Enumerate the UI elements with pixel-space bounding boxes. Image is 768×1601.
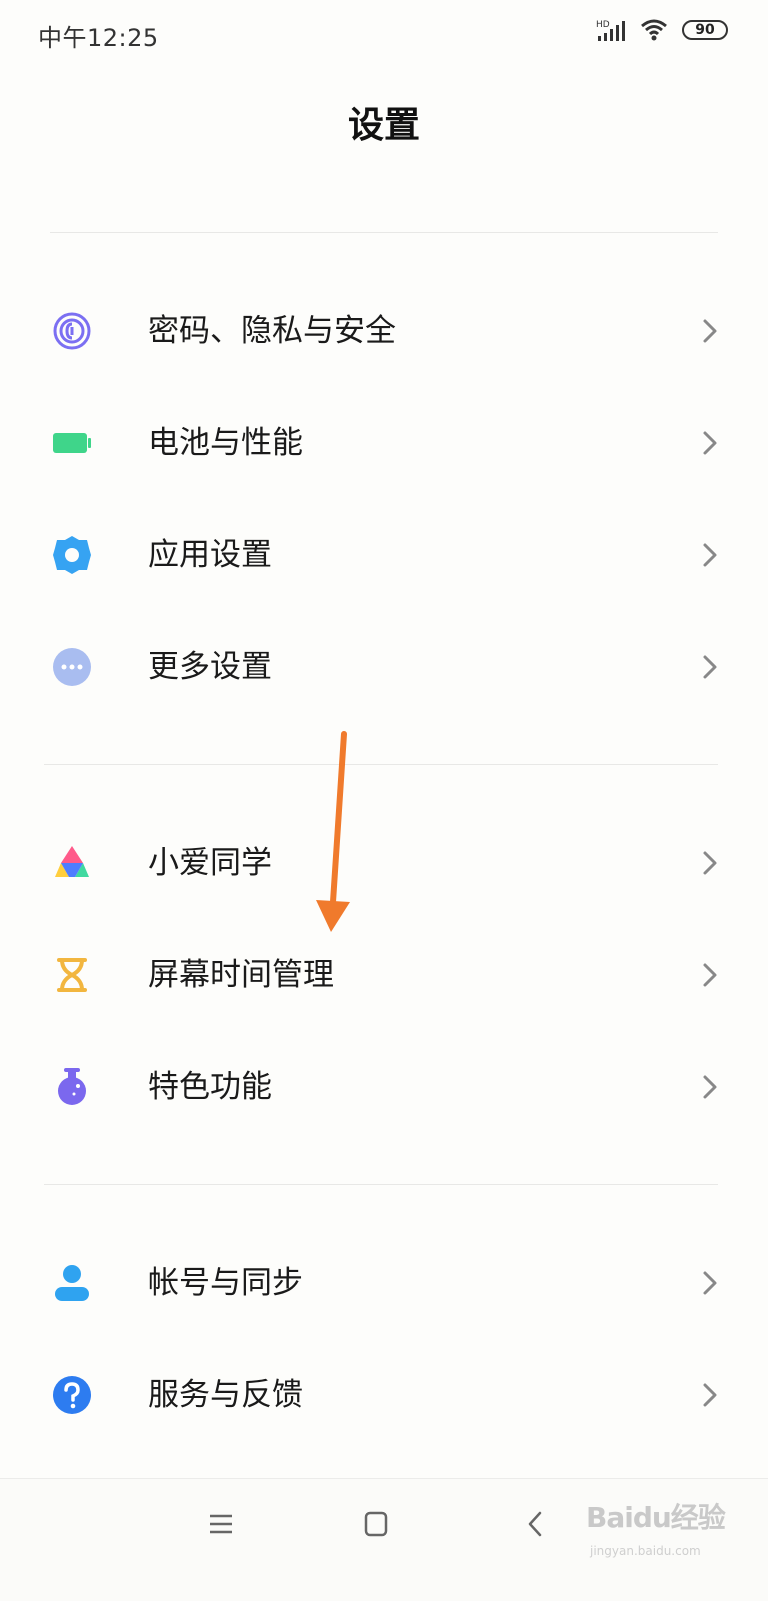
setting-xiaoai[interactable]: 小爱同学 [0, 808, 768, 918]
item-label: 电池与性能 [148, 425, 303, 461]
chevron-right-icon [703, 963, 717, 987]
account-icon [55, 1265, 89, 1301]
status-icons: HD 90 [596, 18, 728, 42]
watermark-brand: Baidu经验 [586, 1501, 726, 1534]
chevron-right-icon [703, 543, 717, 567]
status-time: 中午12:25 [38, 24, 159, 52]
battery-indicator: 90 [682, 20, 728, 40]
item-label: 特色功能 [148, 1069, 272, 1105]
setting-battery-performance[interactable]: 电池与性能 [0, 388, 768, 498]
setting-app-settings[interactable]: 应用设置 [0, 500, 768, 610]
watermark: Baidu经验 jingyan.baidu.com [586, 1496, 746, 1576]
setting-more-settings[interactable]: 更多设置 [0, 612, 768, 722]
battery-icon [53, 433, 91, 453]
status-bar: 中午12:25 HD 90 [0, 0, 768, 68]
setting-password-privacy[interactable]: 密码、隐私与安全 [0, 276, 768, 386]
chevron-right-icon [703, 1075, 717, 1099]
wifi-icon [641, 19, 667, 41]
page-title: 设置 [347, 105, 420, 146]
item-label: 服务与反馈 [148, 1377, 303, 1413]
signal-icon: HD [596, 20, 625, 41]
item-label: 屏幕时间管理 [148, 957, 334, 993]
chevron-right-icon [703, 431, 717, 455]
gear-icon [53, 536, 91, 574]
flask-icon [58, 1068, 86, 1105]
help-icon [53, 1376, 91, 1414]
item-label: 应用设置 [148, 537, 272, 573]
chevron-right-icon [703, 851, 717, 875]
divider [44, 1184, 718, 1185]
divider [44, 764, 718, 765]
home-icon[interactable] [356, 1509, 396, 1539]
menu-icon[interactable] [201, 1509, 241, 1539]
item-label: 小爱同学 [148, 845, 272, 881]
hourglass-icon [57, 958, 87, 992]
chevron-right-icon [703, 1271, 717, 1295]
setting-special-features[interactable]: 特色功能 [0, 1032, 768, 1142]
chevron-right-icon [703, 655, 717, 679]
chevron-right-icon [703, 1383, 717, 1407]
more-icon [53, 648, 91, 686]
item-label: 更多设置 [148, 649, 272, 685]
item-label: 帐号与同步 [148, 1265, 303, 1301]
divider [50, 232, 718, 233]
setting-account-sync[interactable]: 帐号与同步 [0, 1228, 768, 1338]
setting-service-feedback[interactable]: 服务与反馈 [0, 1340, 768, 1450]
arrow-down-icon [316, 731, 350, 932]
setting-screen-time[interactable]: 屏幕时间管理 [0, 920, 768, 1030]
xiaoai-icon [55, 846, 89, 877]
item-label: 密码、隐私与安全 [148, 313, 396, 349]
chevron-right-icon [703, 319, 717, 343]
back-icon[interactable] [516, 1509, 556, 1539]
fingerprint-icon [53, 312, 91, 350]
watermark-site: jingyan.baidu.com [590, 1544, 701, 1558]
network-label: HD [596, 20, 610, 30]
